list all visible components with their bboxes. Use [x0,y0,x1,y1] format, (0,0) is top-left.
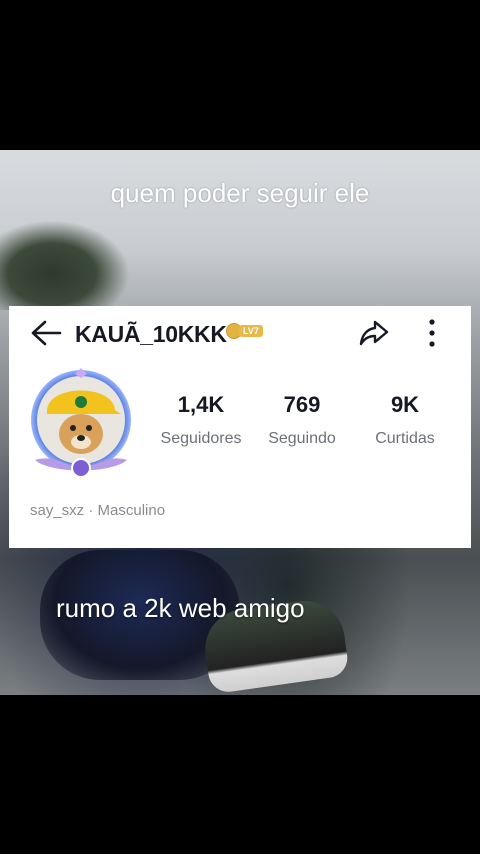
profile-meta: say_sxz · Masculino [30,502,165,519]
avatar[interactable] [25,368,137,480]
stat-followers[interactable]: 1,4K Seguidores [155,392,247,448]
profile-username: KAUÃ_10KKK [75,321,227,347]
stat-following-label: Seguindo [268,430,336,447]
stat-following[interactable]: 769 Seguindo [247,392,357,448]
stat-followers-value: 1,4K [177,392,225,417]
profile-card: KAUÃ_10KKK LV7 1,4K Seguidores 769 Segui… [9,306,471,548]
stat-following-value: 769 [283,392,321,417]
profile-topbar: KAUÃ_10KKK LV7 [9,306,471,360]
meta-separator: · [88,502,94,519]
profile-handle: say_sxz [30,502,85,519]
vertical-ellipsis-icon[interactable] [421,316,443,350]
profile-gender: Masculino [97,502,166,519]
stat-likes-value: 9K [390,392,420,417]
caption-top: quem poder seguir ele [110,178,370,208]
profile-stats: 1,4K Seguidores 769 Seguindo 9K Curtidas [155,392,471,448]
stat-likes[interactable]: 9K Curtidas [357,392,453,448]
background-trees [0,220,130,310]
stat-likes-label: Curtidas [375,430,435,447]
stat-followers-label: Seguidores [160,430,242,447]
share-arrow-icon[interactable] [357,316,391,350]
level-badge: LV7 [226,323,263,339]
caption-bottom: rumo a 2k web amigo [56,593,305,623]
level-badge-label: LV7 [239,325,263,337]
arrow-left-icon[interactable] [29,318,63,348]
